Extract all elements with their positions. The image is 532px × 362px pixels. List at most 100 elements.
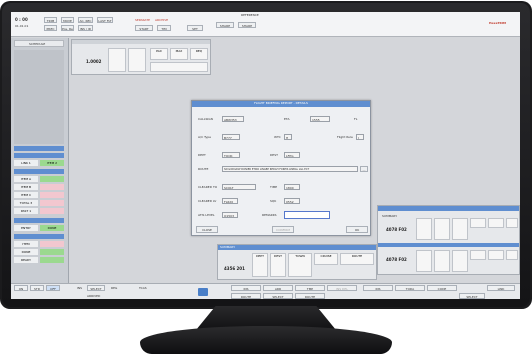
- cleared-lv-field[interactable]: FL620: [222, 198, 238, 204]
- right-cell-7[interactable]: [416, 250, 432, 272]
- share-button-1[interactable]: SHARE: [216, 22, 234, 28]
- bottom-btn-ins[interactable]: INS: [231, 285, 261, 291]
- strip-cell-pax[interactable]: PAX: [150, 48, 168, 60]
- share-button-2[interactable]: SHARE: [238, 22, 256, 28]
- dept-field[interactable]: TOOK: [222, 152, 240, 158]
- right-panel-code[interactable]: 4078 F02: [386, 228, 407, 232]
- sidebar-item-c[interactable]: ITEM C: [14, 192, 38, 198]
- bottom-btn-select-2[interactable]: SELECT: [459, 293, 485, 299]
- bottom-tab-on[interactable]: ON: [14, 285, 28, 291]
- sidebar-item-done[interactable]: DONE: [40, 225, 64, 231]
- summary-col-route[interactable]: ROUTE: [340, 253, 374, 265]
- bottom-select-button[interactable]: SELECT: [87, 285, 105, 291]
- dialog-title: FLIGHT BRIEFING REPORT - DETAILS: [192, 101, 370, 107]
- cleared-to-field[interactable]: SCOLT: [222, 184, 256, 190]
- bottom-btn-code[interactable]: CODE: [427, 285, 457, 291]
- sidebar-item-item-status[interactable]: [40, 241, 64, 247]
- right-cell-12[interactable]: [506, 250, 518, 260]
- right-cell-1[interactable]: [416, 218, 432, 240]
- right-cell-5[interactable]: [488, 218, 504, 228]
- strip-cell-1[interactable]: [108, 48, 126, 72]
- sidebar-item-c-status[interactable]: [40, 192, 64, 198]
- tab-pos-rep[interactable]: Pos. Rep: [61, 25, 74, 31]
- monitor-frame: 0 : 00 01.01.01 TRIM MOVE AC. REC LAST F…: [0, 1, 532, 309]
- sidebar-item-done2-status[interactable]: [40, 249, 64, 255]
- atis-level-field[interactable]: O1503: [222, 212, 238, 218]
- right-cell-10[interactable]: [470, 250, 486, 260]
- callsign-label: CALLSIGN: [198, 117, 213, 121]
- confirm-button[interactable]: CONFIRM: [272, 226, 294, 233]
- bottom-btn-select[interactable]: SELECT: [263, 293, 293, 299]
- strip-cell-2[interactable]: [128, 48, 146, 72]
- sidebar-item-past[interactable]: PAST 1: [14, 208, 38, 214]
- bottom-btn-link[interactable]: LINK: [487, 285, 515, 291]
- flight-strip-header: [72, 40, 210, 44]
- right-cell-11[interactable]: [488, 250, 504, 260]
- summary-col-dept[interactable]: DEPT: [252, 253, 268, 277]
- sidebar-item-entry[interactable]: ENTRY: [14, 225, 38, 231]
- tab-ins-id[interactable]: INS / ID: [78, 25, 93, 31]
- right-cell-4[interactable]: [470, 218, 486, 228]
- right-cell-2[interactable]: [434, 218, 450, 240]
- strip-cell-req[interactable]: REQ: [190, 48, 208, 60]
- sidebar-item-ready-status[interactable]: [40, 257, 64, 263]
- bottom-btn-ins-2[interactable]: INS: [363, 285, 393, 291]
- right-cell-3[interactable]: [452, 218, 468, 240]
- ok-button[interactable]: OK: [346, 226, 368, 233]
- tab-move[interactable]: MOVE: [61, 17, 74, 23]
- actype-field[interactable]: B777: [222, 134, 240, 140]
- sidebar-item-total[interactable]: TOTAL 3: [14, 200, 38, 206]
- sqk-field[interactable]: 0552: [284, 198, 300, 204]
- right-cell-8[interactable]: [434, 250, 450, 272]
- strip-cell-4[interactable]: [150, 62, 208, 72]
- bottom-btn-route-1[interactable]: ROUTE: [231, 293, 261, 299]
- summary-col-town[interactable]: TOWN: [288, 253, 312, 277]
- remarks-field[interactable]: [284, 211, 330, 219]
- right-cell-9[interactable]: [452, 250, 468, 272]
- bottom-btn-ins-del[interactable]: INS DEL: [327, 285, 357, 291]
- bottom-tab-off[interactable]: OFF: [46, 285, 60, 291]
- sidebar-item-ready[interactable]: READY: [14, 257, 38, 263]
- right-panel-label: SUMMARY: [382, 214, 398, 218]
- strip-cell-max[interactable]: MAX: [170, 48, 188, 60]
- summary-col-dest[interactable]: DEST: [270, 253, 286, 277]
- bottom-btn-route-2[interactable]: ROUTE: [295, 293, 325, 299]
- sidebar-item-item[interactable]: ITEM: [14, 241, 38, 247]
- right-panel-code-2[interactable]: 4078 F02: [386, 258, 407, 262]
- tab-last-flt[interactable]: LAST FLT: [97, 17, 113, 23]
- bottom-btn-tmp[interactable]: TMP: [295, 285, 325, 291]
- sidebar-item-link[interactable]: LINK 1: [14, 160, 38, 166]
- dest-field[interactable]: LFPG: [284, 152, 300, 158]
- flight-code[interactable]: 1.0002: [86, 60, 101, 64]
- bottom-blue-icon[interactable]: [198, 288, 208, 296]
- tab-ac-rec[interactable]: AC. REC: [78, 17, 93, 23]
- time-field[interactable]: 1800: [284, 184, 300, 190]
- summary-col-cruise[interactable]: CRUISE: [314, 253, 338, 265]
- flight-rule-field[interactable]: I: [356, 134, 364, 140]
- wtc-field[interactable]: H: [284, 134, 292, 140]
- bottom-btn-arr[interactable]: ARR: [263, 285, 293, 291]
- start-button[interactable]: START: [135, 25, 153, 31]
- close-button[interactable]: CLOSE: [196, 226, 218, 233]
- sidebar-item-b-status[interactable]: [40, 184, 64, 190]
- bottom-tab-std[interactable]: STD: [30, 285, 44, 291]
- sidebar-item-total-status[interactable]: [40, 200, 64, 206]
- tab-prec[interactable]: PREC: [44, 25, 57, 31]
- monitor-stand: [140, 326, 392, 354]
- route-field[interactable]: SN GODGDW DONIER ETIKO LINABE REDAH FORE…: [222, 166, 358, 172]
- sidebar-item-done2[interactable]: DONE: [14, 249, 38, 255]
- route-more-button[interactable]: …: [360, 166, 368, 172]
- callsign-field[interactable]: ABW353: [222, 116, 244, 122]
- sidebar-item-a-status[interactable]: [40, 176, 64, 182]
- eta-field[interactable]: 1555: [310, 116, 330, 122]
- right-cell-6[interactable]: [506, 218, 518, 228]
- set-button[interactable]: SET: [187, 25, 203, 31]
- summary-code[interactable]: 4356 201: [224, 267, 245, 271]
- bottom-btn-toda[interactable]: TODA: [395, 285, 425, 291]
- sidebar-item-a[interactable]: ITEM A: [14, 176, 38, 182]
- tim-button[interactable]: TIM: [157, 25, 171, 31]
- sidebar-item-b[interactable]: ITEM B: [14, 184, 38, 190]
- sidebar-item-2[interactable]: ITEM 2: [40, 160, 64, 166]
- tab-trim[interactable]: TRIM: [44, 17, 57, 23]
- sidebar-item-past-status[interactable]: [40, 208, 64, 214]
